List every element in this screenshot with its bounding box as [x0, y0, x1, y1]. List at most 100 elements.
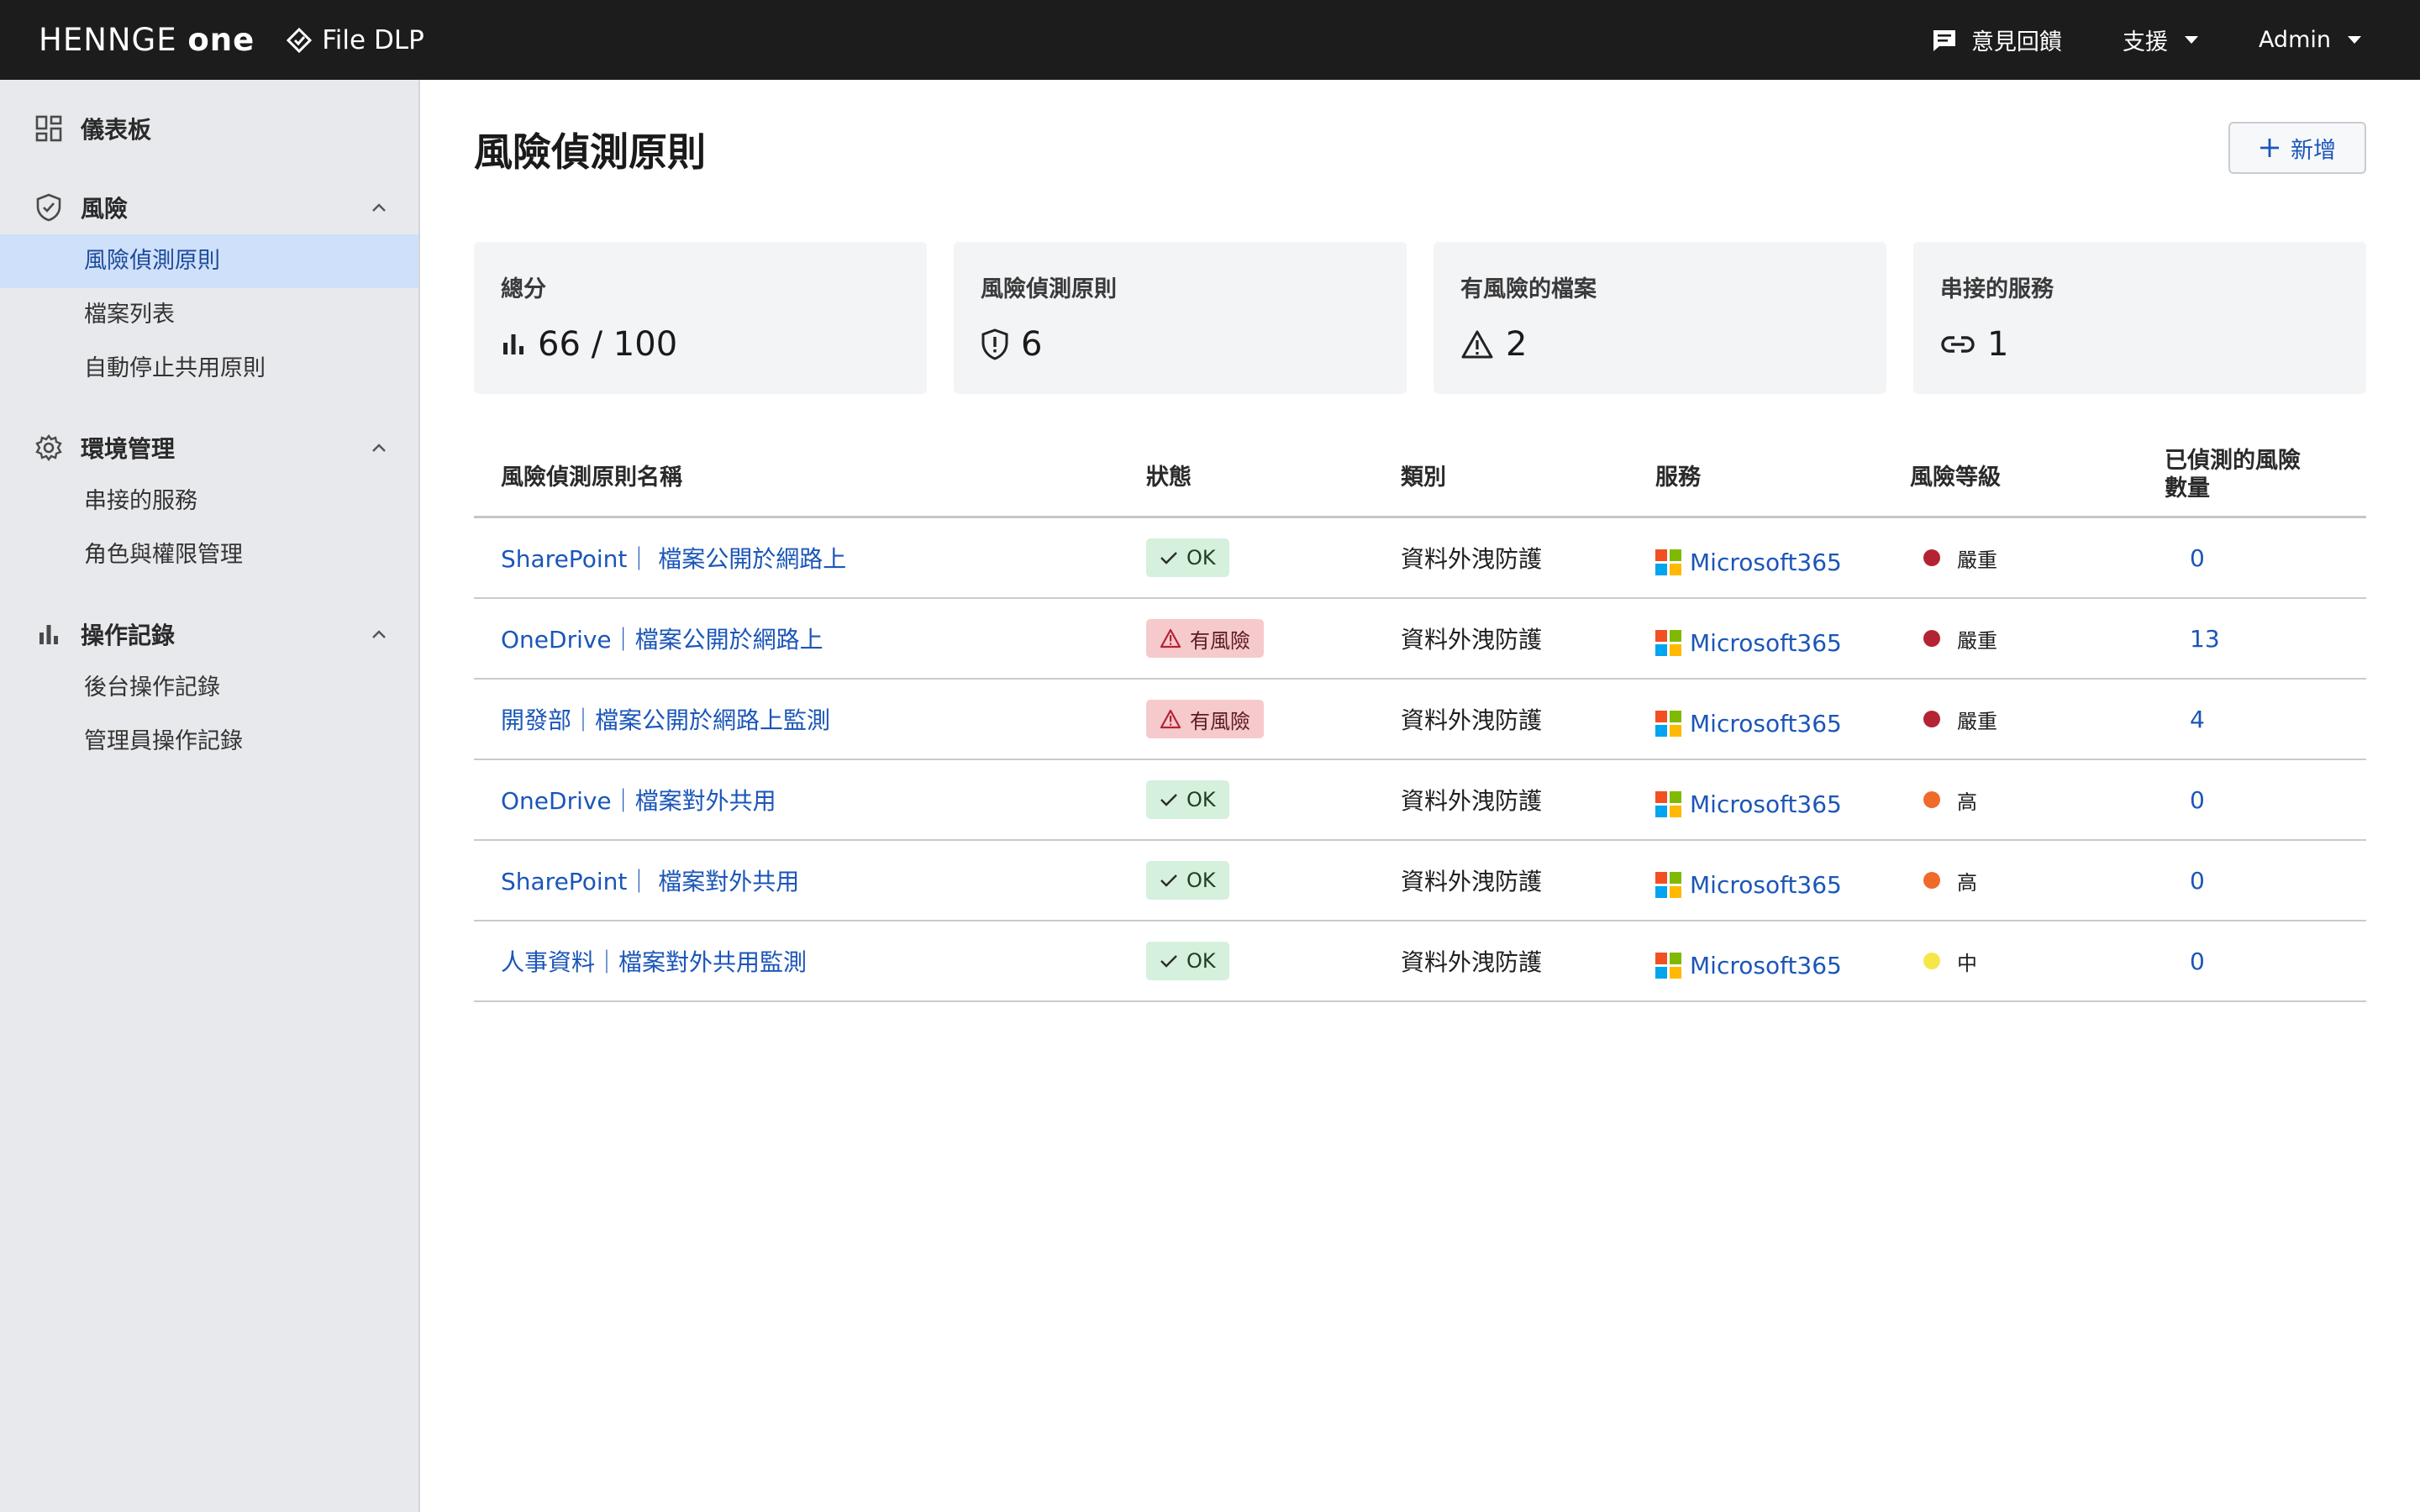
column-header-service[interactable]: 服務: [1655, 459, 1910, 491]
plus-icon: [2260, 139, 2279, 157]
policy-name-link[interactable]: 開發部｜檔案公開於網路上監測: [501, 706, 830, 734]
service-link[interactable]: Microsoft365: [1690, 629, 1842, 657]
status-badge: OK: [1146, 942, 1229, 980]
policy-name-link[interactable]: OneDrive｜檔案公開於網路上: [501, 626, 823, 654]
table-row[interactable]: SharePoint｜ 檔案公開於網路上 OK 資料外洩防護 Microsoft365…: [474, 518, 2366, 599]
sidebar-item-backend-logs[interactable]: 後台操作記錄: [0, 661, 418, 715]
microsoft-logo-icon: [1655, 872, 1681, 898]
risk-level-label: 嚴重: [1957, 709, 1997, 733]
stat-value: 6: [1021, 325, 1043, 364]
sidebar-group-environment-toggle[interactable]: 環境管理: [0, 421, 418, 475]
column-header-detected-count[interactable]: 已偵測的風險 數量: [2165, 448, 2366, 502]
user-label: Admin: [2258, 27, 2331, 53]
risk-level-dot: [1923, 872, 1940, 889]
sidebar-item-file-list[interactable]: 檔案列表: [0, 288, 418, 342]
category-cell: 資料外洩防護: [1401, 626, 1543, 654]
stat-card-risky-files: 有風險的檔案 2: [1434, 242, 1886, 394]
detected-count-link[interactable]: 4: [2190, 706, 2205, 733]
risk-level: 嚴重: [1910, 705, 1997, 734]
feedback-button[interactable]: 意見回饋: [1931, 24, 2062, 56]
status-label: OK: [1186, 788, 1216, 811]
service-link[interactable]: Microsoft365: [1690, 790, 1842, 818]
status-label: OK: [1186, 949, 1216, 973]
table-row[interactable]: OneDrive｜檔案對外共用 OK 資料外洩防護 Microsoft365 高 0: [474, 760, 2366, 841]
detected-count-link[interactable]: 0: [2190, 867, 2205, 895]
sidebar-item-admin-logs[interactable]: 管理員操作記錄: [0, 715, 418, 769]
table-row[interactable]: OneDrive｜檔案公開於網路上 有風險 資料外洩防護 Microsoft365 嚴重…: [474, 599, 2366, 680]
service-link[interactable]: Microsoft365: [1690, 952, 1842, 979]
microsoft-logo-icon: [1655, 630, 1681, 656]
product-name[interactable]: File DLP: [287, 25, 424, 55]
policy-name-link[interactable]: SharePoint｜ 檔案公開於網路上: [501, 545, 846, 573]
sidebar-item-auto-stop-sharing[interactable]: 自動停止共用原則: [0, 342, 418, 396]
brand-logo[interactable]: HENNGE one: [39, 22, 255, 58]
column-header-category[interactable]: 類別: [1401, 459, 1655, 491]
stats-cards: 總分 66 / 100 風險偵測原則 6 有風險的檔案 2 串接的服務 1: [474, 242, 2366, 394]
chevron-up-icon: [372, 444, 386, 452]
support-label: 支援: [2122, 29, 2168, 55]
check-icon: [1160, 874, 1177, 887]
user-menu[interactable]: Admin: [2259, 27, 2361, 53]
top-bar: HENNGE one File DLP 意見回饋 支援 Admin: [0, 0, 2420, 80]
policy-name-link[interactable]: 人事資料｜檔案對外共用監測: [501, 948, 807, 976]
sidebar-group-environment: 環境管理 串接的服務 角色與權限管理: [0, 421, 418, 582]
microsoft-logo-icon: [1655, 711, 1681, 737]
service-link[interactable]: Microsoft365: [1690, 549, 1842, 576]
check-icon: [1160, 794, 1177, 806]
sidebar-item-risk-policies[interactable]: 風險偵測原則: [0, 234, 418, 288]
risk-level-label: 嚴重: [1957, 628, 1997, 653]
policy-name-link[interactable]: OneDrive｜檔案對外共用: [501, 787, 776, 815]
sidebar-item-connected-services[interactable]: 串接的服務: [0, 475, 418, 528]
stat-value: 1: [1987, 325, 2009, 364]
table-row[interactable]: 人事資料｜檔案對外共用監測 OK 資料外洩防護 Microsoft365 中 0: [474, 921, 2366, 1002]
chevron-up-icon: [372, 203, 386, 212]
stat-card-connected-services: 串接的服務 1: [1913, 242, 2366, 394]
stat-label: 有風險的檔案: [1460, 276, 1597, 302]
warning-icon: [1461, 330, 1493, 359]
sidebar-item-roles-permissions[interactable]: 角色與權限管理: [0, 528, 418, 582]
policy-name-link[interactable]: SharePoint｜ 檔案對外共用: [501, 868, 799, 895]
brand-name: HENNGE one: [39, 22, 255, 58]
sidebar-item-dashboard[interactable]: 儀表板: [0, 102, 418, 155]
status-badge: OK: [1146, 538, 1229, 577]
main-content: 風險偵測原則 新增 總分 66 / 100 風險偵測原則 6 有風險的檔案 2 …: [420, 80, 2420, 1512]
column-header-risk-level[interactable]: 風險等級: [1910, 459, 2165, 491]
sidebar-group-risk-toggle[interactable]: 風險: [0, 181, 418, 234]
status-badge: 有風險: [1146, 619, 1264, 658]
category-cell: 資料外洩防護: [1401, 706, 1543, 734]
stat-label: 串接的服務: [1940, 276, 2054, 302]
support-menu[interactable]: 支援: [2123, 24, 2198, 56]
table-row[interactable]: SharePoint｜ 檔案對外共用 OK 資料外洩防護 Microsoft365 高 0: [474, 841, 2366, 921]
sidebar-group-logs-toggle[interactable]: 操作記錄: [0, 607, 418, 661]
add-button-label: 新增: [2291, 137, 2336, 164]
risk-level-dot: [1923, 953, 1940, 969]
risk-level-dot: [1923, 630, 1940, 647]
detected-count-link[interactable]: 0: [2190, 786, 2205, 814]
risk-level: 嚴重: [1910, 624, 1997, 654]
risk-level: 嚴重: [1910, 543, 1997, 573]
risk-level: 高: [1910, 866, 1977, 895]
risk-level: 高: [1910, 785, 1977, 815]
shield-check-icon: [36, 193, 61, 222]
add-button[interactable]: 新增: [2228, 122, 2366, 174]
stat-value: 2: [1506, 325, 1528, 364]
status-label: OK: [1186, 546, 1216, 570]
table-row[interactable]: 開發部｜檔案公開於網路上監測 有風險 資料外洩防護 Microsoft365 嚴重 4: [474, 680, 2366, 760]
check-icon: [1160, 955, 1177, 968]
service-link[interactable]: Microsoft365: [1690, 710, 1842, 738]
stat-card-policies: 風險偵測原則 6: [954, 242, 1407, 394]
bar-chart-icon: [39, 625, 58, 644]
detected-count-link[interactable]: 0: [2190, 544, 2205, 572]
column-header-status[interactable]: 狀態: [1146, 459, 1401, 491]
gear-icon: [35, 434, 62, 461]
link-icon: [1941, 336, 1975, 353]
column-header-name[interactable]: 風險偵測原則名稱: [474, 459, 1146, 491]
service-link[interactable]: Microsoft365: [1690, 871, 1842, 899]
header-line-2: 數量: [2165, 475, 2210, 501]
feedback-label: 意見回饋: [1970, 29, 2062, 55]
status-badge: OK: [1146, 861, 1229, 900]
policies-table: 風險偵測原則名稱 狀態 類別 服務 風險等級 已偵測的風險 數量 SharePoi…: [474, 434, 2366, 1002]
detected-count-link[interactable]: 13: [2190, 625, 2220, 653]
detected-count-link[interactable]: 0: [2190, 948, 2205, 975]
bar-chart-icon: [503, 334, 523, 354]
